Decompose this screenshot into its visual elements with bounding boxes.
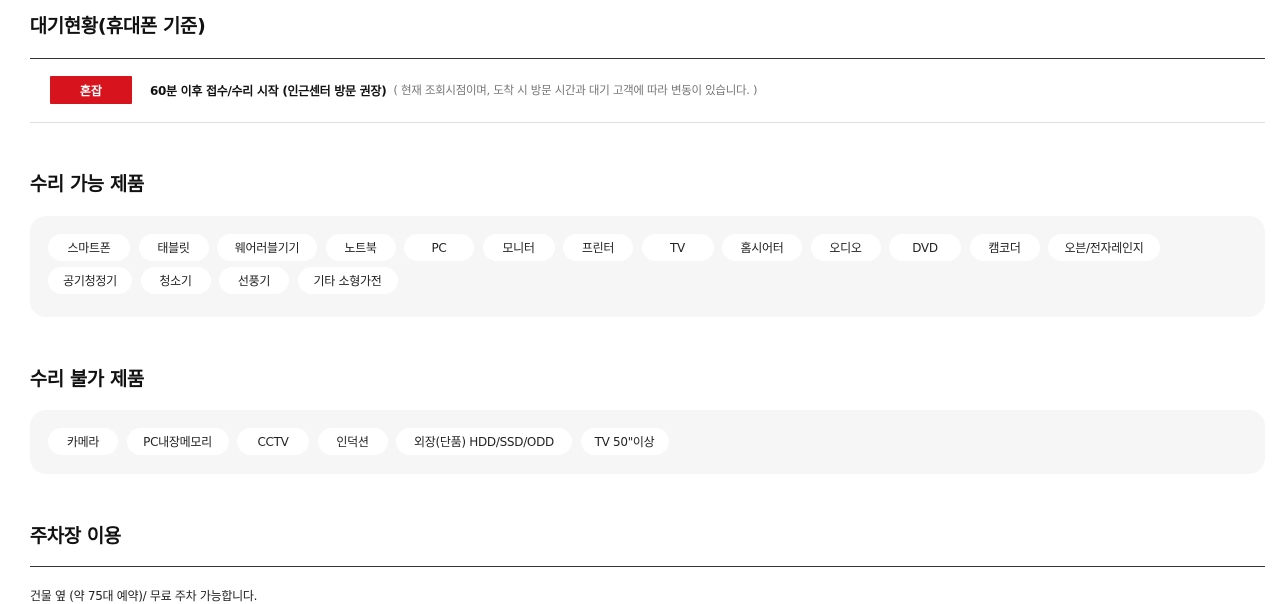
repair-impossible-list: 카메라 PC내장메모리 CCTV 인덕션 외장(단품) HDD/SSD/ODD …	[48, 428, 1247, 455]
wait-status-title: 대기현황(휴대폰 기준)	[30, 15, 206, 37]
wait-status-note: ( 현재 조회시점이며, 도착 시 방문 시간과 대기 고객에 따라 변동이 있…	[393, 83, 758, 97]
product-chip: 모니터	[482, 234, 555, 261]
product-chip: PC	[404, 234, 474, 261]
parking-info-text: 건물 옆 (약 75대 예약)/ 무료 주차 가능합니다.	[30, 589, 258, 603]
product-chip: 프린터	[563, 234, 633, 261]
product-chip: DVD	[889, 234, 961, 261]
product-chip: 태블릿	[138, 234, 209, 261]
product-chip: 홈시어터	[722, 234, 802, 261]
status-badge: 혼잡	[50, 76, 132, 104]
wait-status-divider	[30, 58, 1265, 59]
parking-divider	[30, 566, 1265, 567]
product-chip: 청소기	[140, 267, 211, 294]
product-chip: PC내장메모리	[126, 428, 229, 455]
product-chip: TV 50"이상	[580, 428, 669, 455]
product-chip: TV	[641, 234, 714, 261]
repair-possible-title: 수리 가능 제품	[30, 173, 145, 195]
repair-impossible-title: 수리 불가 제품	[30, 368, 145, 390]
product-chip: 스마트폰	[48, 234, 130, 261]
product-chip: 외장(단품) HDD/SSD/ODD	[396, 428, 572, 455]
product-chip: CCTV	[237, 428, 309, 455]
product-chip: 웨어러블기기	[217, 234, 317, 261]
product-chip: 노트북	[325, 234, 396, 261]
product-chip: 캠코더	[969, 234, 1040, 261]
repair-impossible-panel: 카메라 PC내장메모리 CCTV 인덕션 외장(단품) HDD/SSD/ODD …	[30, 410, 1265, 474]
product-chip: 선풍기	[219, 267, 289, 294]
product-chip: 오븐/전자레인지	[1048, 234, 1160, 261]
repair-possible-panel: 스마트폰 태블릿 웨어러블기기 노트북 PC 모니터 프린터 TV 홈시어터 오…	[30, 216, 1265, 317]
product-chip: 카메라	[48, 428, 118, 455]
parking-title: 주차장 이용	[30, 525, 122, 547]
wait-status-text: 60분 이후 접수/수리 시작 (인근센터 방문 권장)	[150, 83, 387, 98]
product-chip: 인덕션	[317, 428, 388, 455]
product-chip: 오디오	[810, 234, 881, 261]
repair-possible-list: 스마트폰 태블릿 웨어러블기기 노트북 PC 모니터 프린터 TV 홈시어터 오…	[48, 234, 1247, 294]
wait-status-row: 혼잡 60분 이후 접수/수리 시작 (인근센터 방문 권장) ( 현재 조회시…	[50, 76, 757, 104]
product-chip: 공기청정기	[48, 267, 132, 294]
product-chip: 기타 소형가전	[297, 267, 398, 294]
wait-status-bottom-divider	[30, 122, 1265, 123]
